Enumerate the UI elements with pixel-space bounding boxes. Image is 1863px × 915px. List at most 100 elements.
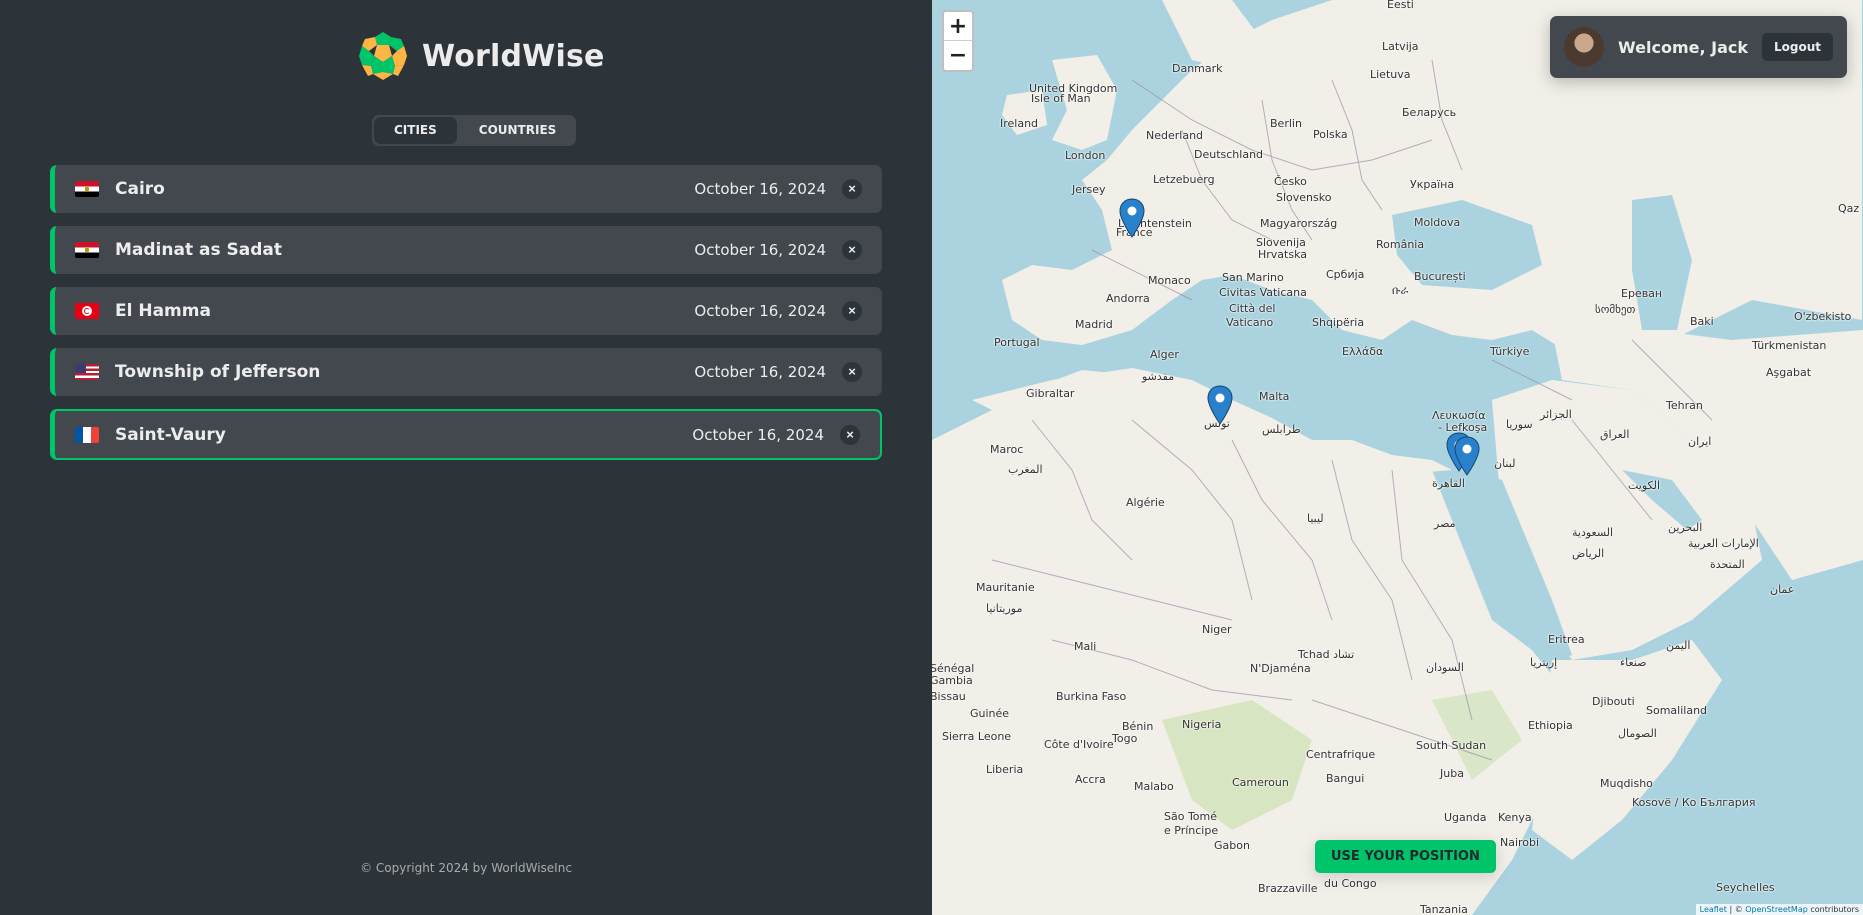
- map-label: Polska: [1313, 128, 1348, 141]
- map-label: București: [1414, 270, 1466, 283]
- map-label: Aşgabat: [1766, 366, 1812, 379]
- map-label: Kosovë / Ко България: [1632, 796, 1756, 809]
- city-list: Cairo October 16, 2024 × Madinat as Sada…: [50, 165, 882, 473]
- map-label: Muqdisho: [1600, 777, 1653, 790]
- map-label: Kenya: [1498, 811, 1532, 824]
- city-name: Saint-Vaury: [115, 424, 226, 445]
- map-attribution: Leaflet | © OpenStreetMap contributors: [1695, 904, 1863, 915]
- map-label: Uganda: [1444, 811, 1487, 824]
- map-label: Maroc: [990, 443, 1024, 456]
- zoom-control: + −: [942, 10, 974, 72]
- map-label: Tanzania: [1420, 903, 1468, 915]
- map-label: Isle of Man: [1031, 92, 1091, 105]
- map-label: السودان: [1426, 661, 1464, 674]
- city-name: Madinat as Sadat: [115, 240, 282, 260]
- zoom-in-button[interactable]: +: [944, 12, 972, 41]
- map-label: Ελλάδα: [1342, 345, 1384, 358]
- map-label: Monaco: [1148, 274, 1191, 287]
- map-label: du Congo: [1324, 877, 1377, 890]
- tab-countries[interactable]: Countries: [459, 115, 577, 146]
- tab-bar: Cities Countries: [372, 115, 577, 146]
- app-name: WorldWise: [422, 38, 605, 74]
- delete-city-button[interactable]: ×: [842, 362, 862, 382]
- map-label: Gibraltar: [1026, 387, 1075, 400]
- map-label: Tchad تشاد: [1298, 648, 1355, 661]
- use-position-button[interactable]: Use your position: [1315, 840, 1496, 873]
- map-label: المغرب: [1008, 463, 1043, 476]
- tab-cities[interactable]: Cities: [374, 117, 457, 144]
- map-tiles[interactable]: [932, 0, 1863, 915]
- map-label: Centrafrique: [1306, 748, 1376, 761]
- zoom-out-button[interactable]: −: [944, 41, 972, 70]
- city-item[interactable]: El Hamma October 16, 2024 ×: [50, 287, 882, 335]
- leaflet-link[interactable]: Leaflet: [1700, 905, 1727, 914]
- city-item[interactable]: Township of Jefferson October 16, 2024 ×: [50, 348, 882, 396]
- map-label: المتحدة: [1710, 558, 1745, 571]
- map-label: Baki: [1690, 315, 1714, 328]
- map-label: Seychelles: [1716, 881, 1775, 894]
- usa-flag-icon: [75, 364, 99, 380]
- map-label: Lietuva: [1370, 68, 1411, 81]
- city-date: October 16, 2024: [694, 180, 826, 198]
- map-label: Hrvatska: [1258, 248, 1308, 261]
- welcome-text: Welcome, Jack: [1618, 37, 1748, 57]
- map-label: Nigeria: [1182, 718, 1222, 731]
- map-label: Cameroun: [1232, 776, 1289, 789]
- delete-city-button[interactable]: ×: [842, 240, 862, 260]
- map-label: السعودية: [1572, 526, 1614, 539]
- delete-city-button[interactable]: ×: [842, 179, 862, 199]
- map-label: سوريا: [1506, 418, 1533, 431]
- map-label: სომხეთ: [1595, 303, 1636, 316]
- map-label: Türkmenistan: [1752, 339, 1827, 352]
- delete-city-button[interactable]: ×: [840, 424, 860, 445]
- delete-city-button[interactable]: ×: [842, 301, 862, 321]
- map-marker-cairo[interactable]: [1454, 436, 1480, 476]
- map-label: România: [1376, 238, 1425, 251]
- map-marker-el-hamma[interactable]: [1207, 385, 1233, 425]
- osm-link[interactable]: OpenStreetMap: [1745, 905, 1808, 914]
- map-label: Nairobi: [1500, 836, 1540, 849]
- map-label: Portugal: [994, 336, 1040, 349]
- map-label: الإمارات العربية: [1688, 537, 1759, 550]
- map-label: Qaz: [1838, 202, 1860, 215]
- map-label: Letzebuerg: [1153, 173, 1215, 186]
- map-label: Andorra: [1106, 292, 1150, 305]
- attribution-suffix: contributors: [1807, 905, 1859, 914]
- map-label: London: [1065, 149, 1106, 162]
- map-label: Eritrea: [1548, 633, 1585, 646]
- map-label: Tehran: [1666, 399, 1703, 412]
- map-label: القاهرة: [1432, 477, 1465, 490]
- map-label: لبنان: [1494, 457, 1516, 470]
- map-label: Vaticano: [1226, 316, 1274, 329]
- map-label: Mali: [1074, 640, 1097, 653]
- tunisia-flag-icon: [75, 303, 99, 319]
- map-label: البحرين: [1668, 521, 1703, 534]
- city-item[interactable]: Madinat as Sadat October 16, 2024 ×: [50, 226, 882, 274]
- map-label: ایران: [1688, 435, 1712, 448]
- map-label: Sierra Leone: [942, 730, 1012, 743]
- map-label: Algérie: [1126, 496, 1165, 509]
- logout-button[interactable]: Logout: [1761, 33, 1833, 61]
- city-item-active[interactable]: Saint-Vaury October 16, 2024 ×: [50, 409, 882, 460]
- map-label: ቡራ: [1392, 284, 1409, 297]
- map-label: Berlin: [1270, 117, 1302, 130]
- map-label: الجزائر: [1540, 408, 1572, 421]
- map-label: مقدشو: [1142, 370, 1175, 383]
- map-label: Ireland: [1000, 117, 1039, 130]
- map[interactable]: Eesti Latvija Lietuva Danmark United Kin…: [932, 0, 1863, 915]
- map-label: Bissau: [932, 690, 966, 703]
- map-label: Côte d'Ivoire: [1044, 738, 1114, 751]
- map-label: Somaliland: [1646, 704, 1708, 717]
- logo[interactable]: WorldWise: [356, 29, 605, 83]
- map-label: Mauritanie: [976, 581, 1035, 594]
- map-label: Eesti: [1387, 0, 1414, 11]
- egypt-flag-icon: [75, 181, 99, 197]
- city-date: October 16, 2024: [694, 302, 826, 320]
- map-label: Nederland: [1146, 129, 1204, 142]
- map-marker-saint-vaury[interactable]: [1119, 198, 1145, 238]
- map-label: Civitas Vaticana: [1219, 286, 1307, 299]
- map-label: إريتريا: [1530, 656, 1558, 669]
- france-flag-icon: [75, 426, 99, 443]
- map-label: ليبيا: [1307, 512, 1324, 525]
- city-item[interactable]: Cairo October 16, 2024 ×: [50, 165, 882, 213]
